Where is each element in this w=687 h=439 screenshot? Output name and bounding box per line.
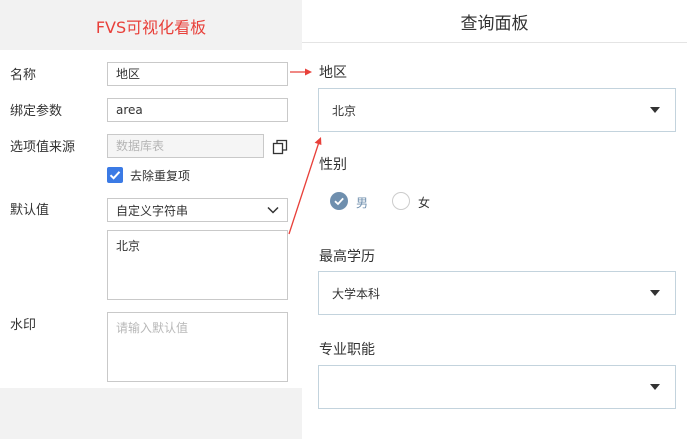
default-type-select[interactable]: 自定义字符串: [107, 198, 288, 222]
education-select[interactable]: 大学本科: [318, 271, 676, 315]
dedupe-checkbox[interactable]: [107, 167, 123, 183]
radio-female-label: 女: [418, 196, 431, 210]
region-select-value: 北京: [332, 104, 357, 118]
check-icon: [334, 197, 344, 206]
education-label: 最高学历: [319, 249, 375, 265]
caret-down-icon: [650, 384, 660, 390]
region-label: 地区: [319, 65, 347, 81]
education-select-value: 大学本科: [332, 287, 381, 301]
caret-down-icon: [650, 107, 660, 113]
region-select[interactable]: 北京: [318, 88, 676, 132]
option-source-input[interactable]: 数据库表: [107, 134, 264, 158]
copy-icon[interactable]: [272, 139, 288, 155]
radio-male-label: 男: [356, 196, 369, 210]
default-type-value: 自定义字符串: [116, 204, 189, 218]
dedupe-label: 去除重复项: [130, 169, 191, 183]
watermark-label: 水印: [10, 318, 37, 333]
default-value-label: 默认值: [10, 203, 50, 218]
check-icon: [109, 171, 121, 180]
gender-label: 性别: [319, 157, 347, 173]
config-panel-title: FVS可视化看板: [95, 18, 207, 37]
profession-select[interactable]: [318, 365, 676, 409]
bind-param-input[interactable]: area: [107, 98, 288, 122]
query-panel-title: 查询面板: [460, 14, 529, 34]
watermark-textarea[interactable]: 请输入默认值: [107, 312, 288, 382]
chevron-down-icon: [267, 206, 279, 214]
option-source-label: 选项值来源: [10, 140, 76, 155]
radio-male[interactable]: [330, 192, 348, 210]
name-label: 名称: [10, 68, 37, 83]
arrowhead-up: [314, 137, 322, 145]
bind-param-label: 绑定参数: [10, 104, 63, 119]
default-value-textarea[interactable]: 北京: [107, 230, 288, 300]
name-input[interactable]: 地区: [107, 62, 288, 86]
profession-label: 专业职能: [319, 342, 375, 358]
arrowhead-right: [305, 68, 312, 76]
title-divider: [302, 42, 687, 43]
caret-down-icon: [650, 290, 660, 296]
radio-female[interactable]: [392, 192, 410, 210]
